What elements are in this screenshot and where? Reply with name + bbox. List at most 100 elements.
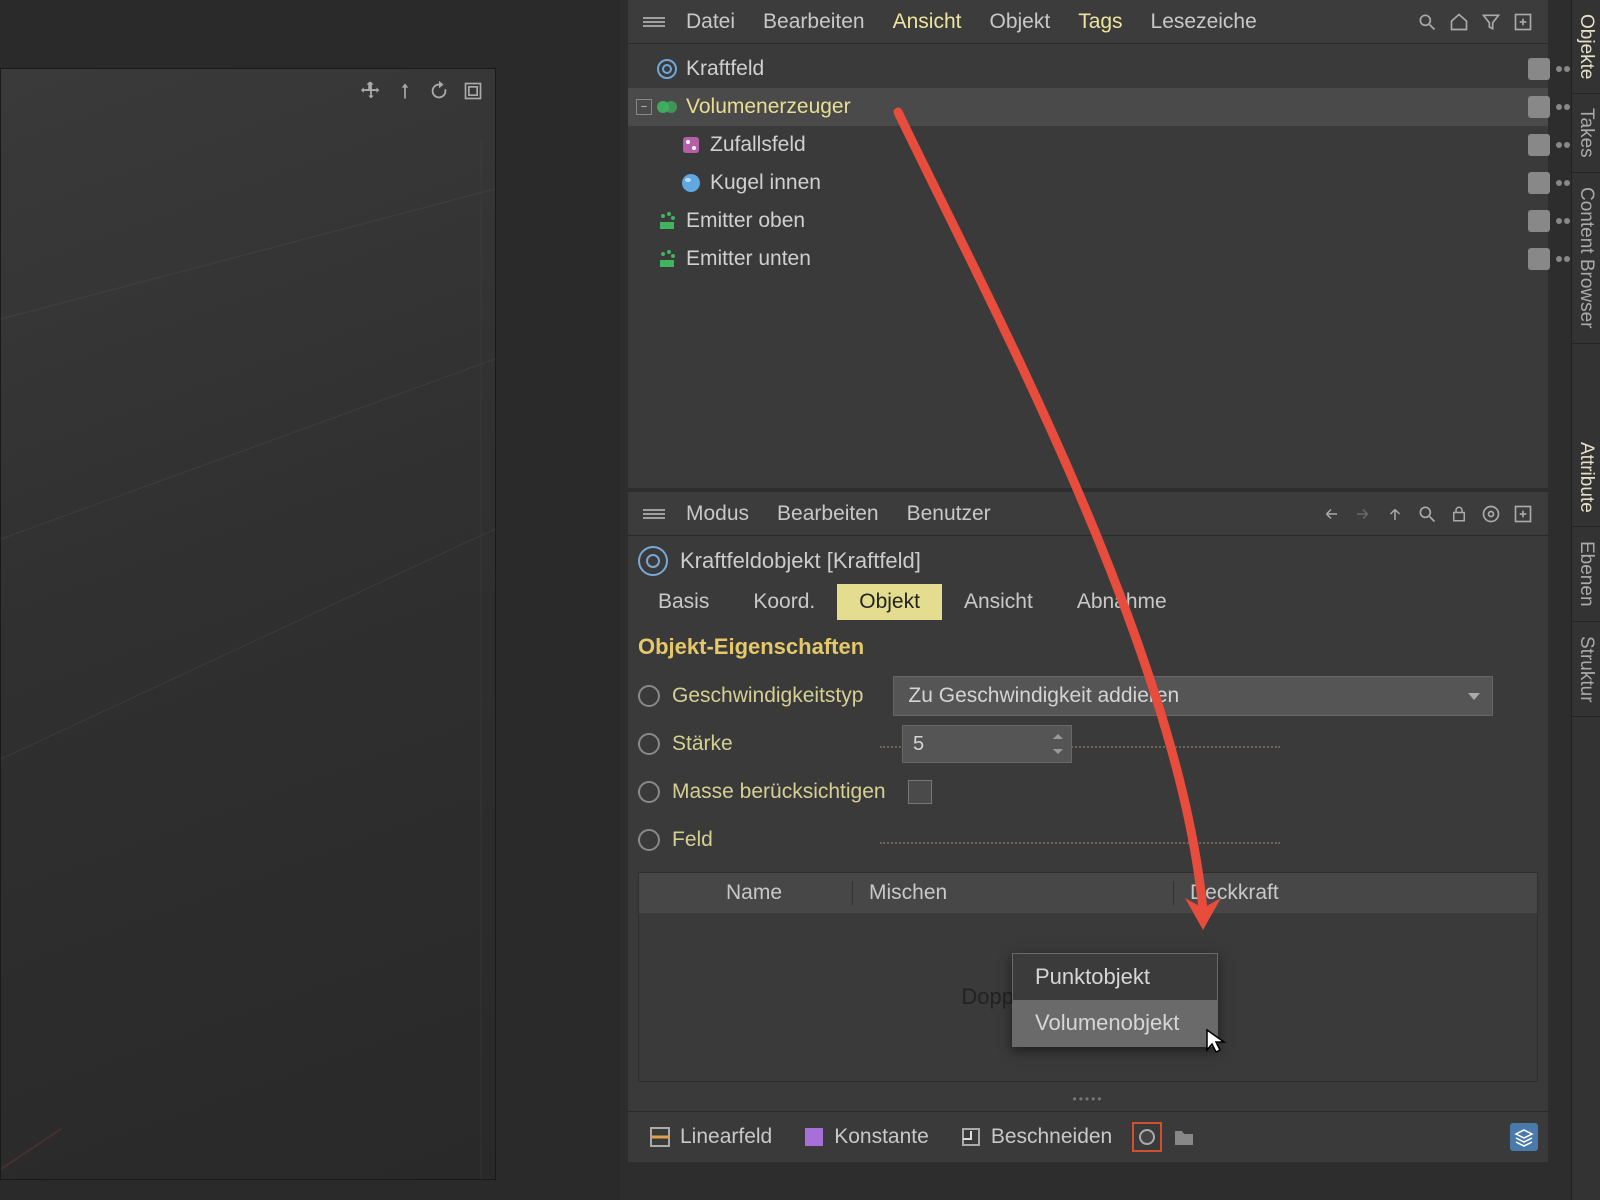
target-icon[interactable] — [1480, 503, 1502, 525]
layer-tag-icon[interactable] — [1528, 210, 1550, 232]
object-manager: Datei Bearbeiten Ansicht Objekt Tags Les… — [628, 0, 1548, 488]
right-sidebar-tabs: Objekte Takes Content Browser Attribute … — [1571, 0, 1600, 1200]
hamburger-icon[interactable] — [636, 15, 672, 29]
layer-stack-icon[interactable] — [1510, 1123, 1538, 1151]
konstante-button[interactable]: Konstante — [792, 1121, 939, 1153]
tree-row-volumenerzeuger[interactable]: − Volumenerzeuger ✓ — [628, 88, 1548, 126]
attr-tabs: Basis Koord. Objekt Ansicht Abnahme — [628, 584, 1548, 620]
tab-basis[interactable]: Basis — [636, 584, 731, 620]
menu-tags[interactable]: Tags — [1064, 10, 1136, 34]
tree-label: Zufallsfeld — [710, 133, 806, 157]
button-label: Konstante — [834, 1125, 929, 1149]
mass-checkbox[interactable] — [908, 780, 932, 804]
prop-label: Masse berücksichtigen — [672, 780, 886, 804]
tree-row-kugel[interactable]: Kugel innen ✓ — [628, 164, 1548, 202]
layer-tag-icon[interactable] — [1528, 96, 1550, 118]
viewport[interactable] — [0, 68, 496, 1180]
prop-mass: Masse berücksichtigen — [628, 768, 1548, 816]
volume-builder-icon — [656, 96, 678, 118]
sidetab-ebenen[interactable]: Ebenen — [1572, 527, 1600, 622]
sidetab-takes[interactable]: Takes — [1572, 94, 1600, 173]
attr-title: Kraftfeldobjekt [Kraftfeld] — [680, 548, 921, 574]
th-mix: Mischen — [853, 881, 1174, 905]
menu-ansicht[interactable]: Ansicht — [879, 10, 976, 34]
tree-row-zufallsfeld[interactable]: Zufallsfeld ✓ — [628, 126, 1548, 164]
folder-add-icon[interactable] — [1172, 1125, 1196, 1149]
tab-objekt[interactable]: Objekt — [837, 584, 942, 620]
tab-abnahme[interactable]: Abnahme — [1055, 584, 1189, 620]
button-label: Linearfeld — [680, 1125, 772, 1149]
linearfeld-button[interactable]: Linearfeld — [638, 1121, 782, 1153]
constant-icon — [802, 1125, 826, 1149]
sidetab-struktur[interactable]: Struktur — [1572, 622, 1600, 718]
velocity-dropdown[interactable]: Zu Geschwindigkeit addieren — [893, 676, 1493, 716]
anim-dot-icon[interactable] — [638, 781, 660, 803]
search-icon[interactable] — [1416, 503, 1438, 525]
expand-toggle-icon[interactable]: − — [636, 99, 652, 115]
home-icon[interactable] — [1448, 11, 1470, 33]
lock-icon[interactable] — [1448, 503, 1470, 525]
anim-dot-icon[interactable] — [638, 685, 660, 707]
field-list-header: Name Mischen Deckkraft — [639, 873, 1537, 913]
section-heading: Objekt-Eigenschaften — [628, 620, 1548, 672]
layer-tag-icon[interactable] — [1528, 134, 1550, 156]
anim-dot-icon[interactable] — [638, 829, 660, 851]
menu-datei[interactable]: Datei — [672, 10, 749, 34]
hamburger-icon[interactable] — [636, 507, 672, 521]
tree-row-emitter-oben[interactable]: Emitter oben ✓ — [628, 202, 1548, 240]
field-bottombar: Linearfeld Konstante Beschneiden — [628, 1111, 1548, 1162]
context-menu: Punktobjekt Volumenobjekt — [1012, 953, 1218, 1047]
attribute-manager: Modus Bearbeiten Benutzer Kraftfeldobjek… — [628, 492, 1548, 1162]
resize-grip-icon[interactable]: ••••• — [1072, 1092, 1103, 1106]
tree-label: Kugel innen — [710, 171, 821, 195]
attr-title-row: Kraftfeldobjekt [Kraftfeld] — [628, 536, 1548, 584]
tree-label: Volumenerzeuger — [686, 95, 851, 119]
search-icon[interactable] — [1416, 11, 1438, 33]
dropdown-value: Zu Geschwindigkeit addieren — [908, 684, 1179, 708]
layer-tag-icon[interactable] — [1528, 248, 1550, 270]
menu-objekt[interactable]: Objekt — [975, 10, 1064, 34]
linearfield-icon — [648, 1125, 672, 1149]
tab-koord[interactable]: Koord. — [731, 584, 837, 620]
tab-ansicht[interactable]: Ansicht — [942, 584, 1055, 620]
attr-menubar: Modus Bearbeiten Benutzer — [628, 492, 1548, 536]
back-icon[interactable] — [1320, 503, 1342, 525]
th-name: Name — [710, 881, 853, 905]
tree-row-emitter-unten[interactable]: Emitter unten ✓ — [628, 240, 1548, 278]
object-tree[interactable]: Kraftfeld ✓ − Volumenerzeuger ✓ Zufallsf… — [628, 44, 1548, 284]
layer-tag-icon[interactable] — [1528, 58, 1550, 80]
sphere-icon — [680, 172, 702, 194]
layer-tag-icon[interactable] — [1528, 172, 1550, 194]
tree-row-kraftfeld[interactable]: Kraftfeld ✓ — [628, 50, 1548, 88]
tree-label: Kraftfeld — [686, 57, 764, 81]
add-panel-icon[interactable] — [1512, 503, 1534, 525]
tree-label: Emitter oben — [686, 209, 805, 233]
sidetab-attribute[interactable]: Attribute — [1572, 428, 1600, 528]
field-add-icon[interactable] — [1132, 1122, 1162, 1152]
prop-field: Feld — [628, 816, 1548, 864]
filter-icon[interactable] — [1480, 11, 1502, 33]
sidetab-content[interactable]: Content Browser — [1572, 173, 1600, 344]
forcefield-obj-icon — [638, 546, 668, 576]
input-value: 5 — [913, 733, 924, 756]
strength-input[interactable]: 5 — [902, 725, 1072, 763]
menu-benutzer[interactable]: Benutzer — [893, 502, 1005, 526]
up-icon[interactable] — [1384, 503, 1406, 525]
prop-velocity: Geschwindigkeitstyp Zu Geschwindigkeit a… — [628, 672, 1548, 720]
random-field-icon — [680, 134, 702, 156]
forcefield-icon — [656, 58, 678, 80]
anim-dot-icon[interactable] — [638, 733, 660, 755]
sidetab-objekte[interactable]: Objekte — [1572, 0, 1600, 94]
add-panel-icon[interactable] — [1512, 11, 1534, 33]
prop-label: Geschwindigkeitstyp — [672, 684, 863, 708]
ctx-volumenobjekt[interactable]: Volumenobjekt — [1013, 1000, 1217, 1046]
ctx-punktobjekt[interactable]: Punktobjekt — [1013, 954, 1217, 1000]
menu-bearbeiten[interactable]: Bearbeiten — [763, 502, 893, 526]
menu-modus[interactable]: Modus — [672, 502, 763, 526]
forward-icon[interactable] — [1352, 503, 1374, 525]
button-label: Beschneiden — [991, 1125, 1112, 1149]
beschneiden-button[interactable]: Beschneiden — [949, 1121, 1122, 1153]
menu-lesezeiche[interactable]: Lesezeiche — [1137, 10, 1271, 34]
menu-bearbeiten[interactable]: Bearbeiten — [749, 10, 879, 34]
object-menubar: Datei Bearbeiten Ansicht Objekt Tags Les… — [628, 0, 1548, 44]
